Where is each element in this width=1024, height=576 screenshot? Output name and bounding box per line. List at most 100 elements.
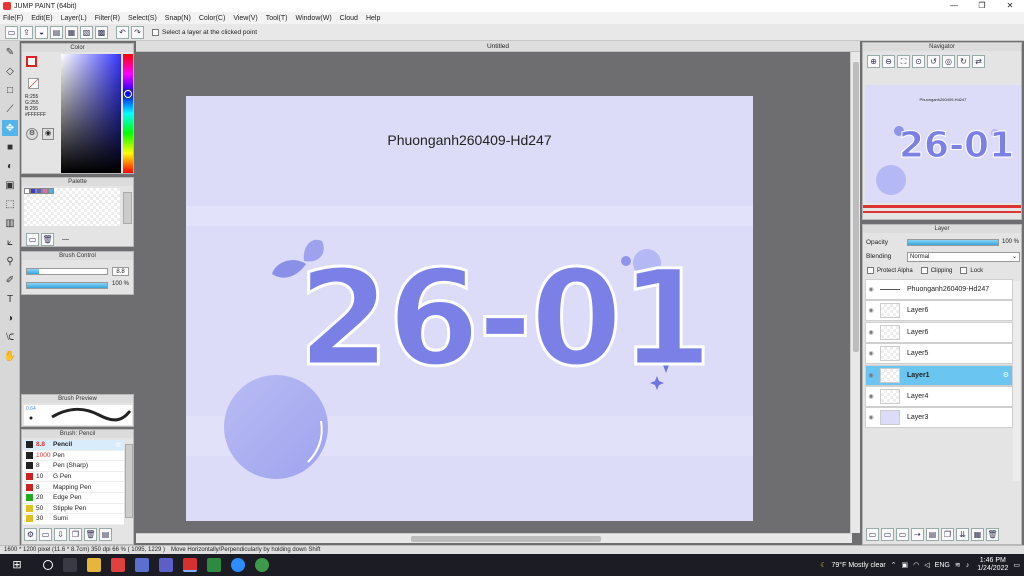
line-tool-icon[interactable]: ⟋ [2, 101, 18, 117]
menu-view[interactable]: View(V) [233, 15, 257, 22]
color-picker-icon[interactable]: ◉ [42, 128, 54, 140]
delete-layer-icon[interactable]: 🗑 [986, 528, 999, 541]
undo-icon[interactable]: ↶ [116, 25, 129, 39]
layer-row[interactable]: ◉ Layer1 ⚙ [865, 364, 1013, 386]
eye-icon[interactable]: ◉ [866, 286, 876, 293]
menu-tool[interactable]: Tool(T) [266, 15, 288, 22]
reset-rotation-icon[interactable]: ◎ [942, 55, 955, 68]
rotate-left-icon[interactable]: ↺ [927, 55, 940, 68]
brush-item[interactable]: 30 Sumi [23, 514, 124, 525]
open-file-icon[interactable]: ⇪ [20, 25, 33, 39]
system-clock[interactable]: 1:46 PM 1/24/2022 [977, 557, 1008, 573]
palette-grid[interactable] [24, 188, 120, 226]
select-layer-checkbox[interactable] [152, 28, 159, 36]
brush-import-icon[interactable]: ⇩ [54, 528, 67, 541]
camera-app-icon[interactable] [135, 558, 149, 572]
tray-app-icon[interactable]: ▣ [902, 561, 909, 569]
weather-text[interactable]: 79°F Mostly clear [832, 562, 886, 569]
brush-new-icon[interactable]: ▭ [39, 528, 52, 541]
brush-opacity-slider[interactable] [26, 282, 108, 289]
flip-icon[interactable]: ⇄ [972, 55, 985, 68]
new-file-icon[interactable]: ▭ [5, 25, 18, 39]
menu-select[interactable]: Select(S) [128, 15, 157, 22]
fit-window-icon[interactable]: ⛶ [897, 55, 910, 68]
layer-row[interactable]: ◉ Layer5 [865, 343, 1013, 365]
eye-icon[interactable]: ◉ [866, 393, 876, 400]
layer-row[interactable]: ◉ Layer4 [865, 386, 1013, 407]
app-store-icon[interactable] [111, 558, 125, 572]
menu-help[interactable]: Help [366, 15, 380, 22]
layer-opacity-slider[interactable] [907, 239, 999, 246]
zoom-icon[interactable] [231, 558, 245, 572]
text-tool-icon[interactable]: T [2, 291, 18, 307]
menu-file[interactable]: File(F) [3, 15, 23, 22]
brush-item[interactable]: 8 Mapping Pen [23, 482, 124, 493]
office-app-icon[interactable] [207, 558, 221, 572]
menu-cloud[interactable]: Cloud [340, 15, 358, 22]
menu-layer[interactable]: Layer(L) [61, 15, 87, 22]
tray-chevron-icon[interactable]: ⌃ [891, 561, 897, 569]
network-icon[interactable]: ◠ [913, 561, 919, 569]
menu-snap[interactable]: Snap(N) [165, 15, 191, 22]
rectangle-tool-icon[interactable]: □ [2, 82, 18, 98]
gradient-tool-icon[interactable]: ▣ [2, 177, 18, 193]
task-view-icon[interactable] [63, 558, 77, 572]
palette-swatch[interactable] [48, 188, 54, 194]
select-pen-tool-icon[interactable]: ⟀ [2, 234, 18, 250]
speaker-icon[interactable]: ♪ [966, 562, 970, 569]
brush-item[interactable]: 50 Stipple Pen [23, 503, 124, 515]
navigator-thumbnail[interactable]: Phuonganh260409-Hd247 26-01 [865, 85, 1021, 203]
eye-icon[interactable]: ◉ [866, 414, 876, 421]
search-icon[interactable] [43, 560, 53, 570]
menu-window[interactable]: Window(W) [295, 15, 331, 22]
canvas-vertical-scrollbar[interactable] [850, 52, 860, 533]
lasso-tool-icon[interactable]: ▥ [2, 215, 18, 231]
hand-tool-icon[interactable]: ✋ [2, 348, 18, 364]
brush-item[interactable]: 20 Edge Pen [23, 492, 124, 504]
bucket-tool-icon[interactable]: ◐ [2, 158, 18, 174]
notifications-icon[interactable]: ▭ [1013, 561, 1020, 569]
menu-edit[interactable]: Edit(E) [31, 15, 52, 22]
delete-swatch-icon[interactable]: 🗑 [41, 233, 54, 246]
blending-select[interactable]: Normal ⌄ [907, 252, 1020, 262]
layer-row[interactable]: ◉ Layer6 [865, 321, 1013, 343]
layer-row[interactable]: ◉ Phuonganh260409-Hd247 [865, 279, 1013, 300]
eye-icon[interactable]: ◉ [866, 307, 876, 314]
actual-size-icon[interactable]: ⊙ [912, 55, 925, 68]
brush-size-slider[interactable] [26, 268, 108, 275]
rotate-right-icon[interactable]: ↻ [957, 55, 970, 68]
hue-slider[interactable] [123, 54, 133, 173]
canvas-horizontal-scrollbar[interactable] [136, 533, 852, 543]
language-indicator[interactable]: ENG [935, 562, 950, 569]
minimize-button[interactable]: — [940, 0, 968, 12]
brush-select-tool-icon[interactable]: ✐ [2, 272, 18, 288]
gear-icon[interactable]: ⚙ [115, 441, 121, 449]
brush-folder-icon[interactable]: ▤ [99, 528, 112, 541]
magic-wand-tool-icon[interactable]: ⚲ [2, 253, 18, 269]
fill-select-tool-icon[interactable]: ◑ [2, 310, 18, 326]
layer-type-icon[interactable]: ⇢ [911, 528, 924, 541]
protect-alpha-checkbox[interactable] [867, 267, 874, 274]
volume-icon[interactable]: ◁ [924, 561, 929, 569]
close-button[interactable]: ✕ [996, 0, 1024, 12]
color-wheel-icon[interactable]: ⚙ [26, 128, 38, 140]
menu-filter[interactable]: Filter(R) [95, 15, 120, 22]
gear-icon[interactable]: ⚙ [1003, 371, 1009, 379]
brush-settings-icon[interactable]: ⚙ [24, 528, 37, 541]
select-rect-tool-icon[interactable]: ⬚ [2, 196, 18, 212]
fill-rect-tool-icon[interactable]: ■ [2, 139, 18, 155]
combine-layer-icon[interactable]: ▦ [971, 528, 984, 541]
saturation-value-picker[interactable] [61, 54, 121, 173]
layer-list-scrollbar[interactable] [1013, 281, 1020, 481]
chrome-icon[interactable] [255, 558, 269, 572]
brush-size-value[interactable]: 8.8 [112, 267, 129, 276]
lock-checkbox[interactable] [960, 267, 968, 274]
eraser-tool-icon[interactable]: ◇ [2, 63, 18, 79]
layer-row[interactable]: ◉ Layer3 [865, 407, 1013, 429]
windows-start-icon[interactable]: ⊞ [10, 558, 24, 572]
eye-icon[interactable]: ◉ [866, 329, 876, 336]
redo-icon[interactable]: ↷ [131, 25, 144, 39]
layer-folder-icon[interactable]: ▤ [926, 528, 939, 541]
jump-paint-taskbar-icon[interactable] [183, 558, 197, 572]
move-tool-icon[interactable]: ✥ [2, 120, 18, 136]
